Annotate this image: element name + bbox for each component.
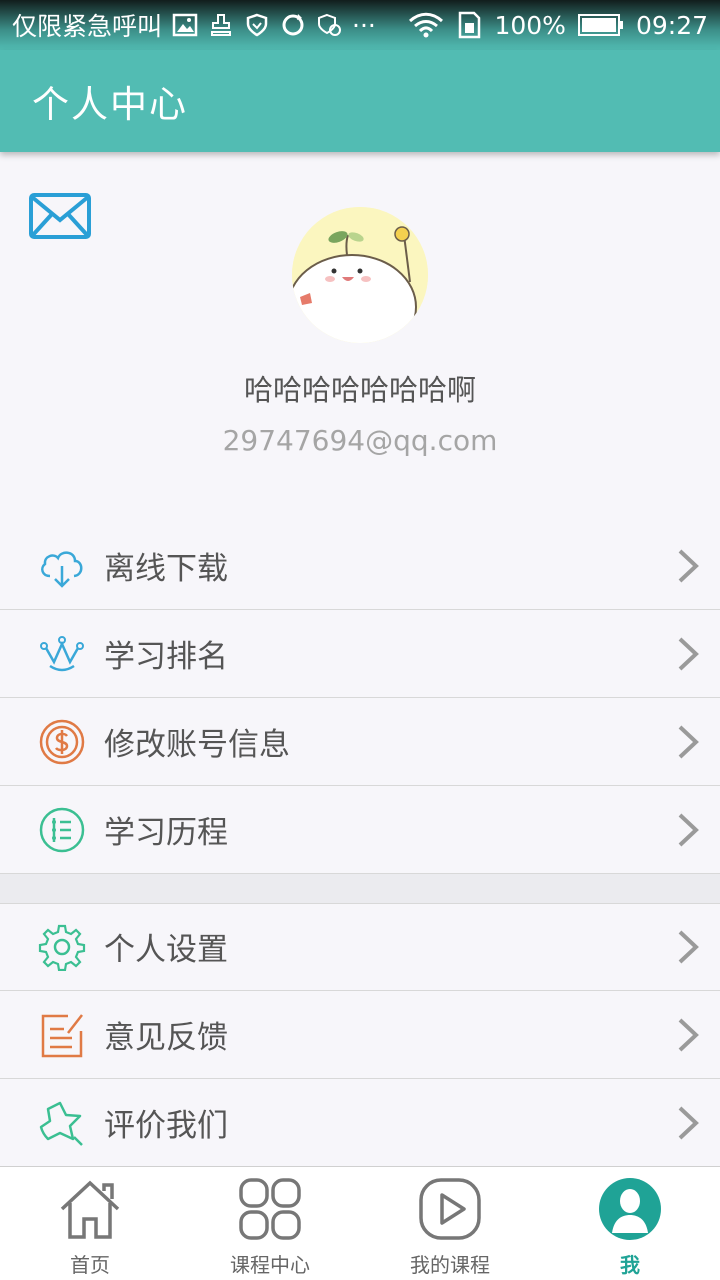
grid-icon [239,1178,301,1240]
cloud-download-icon [41,551,83,588]
home-icon [60,1180,120,1239]
tab-me[interactable]: 我 [540,1167,720,1280]
page-title: 个人中心 [32,83,188,126]
gear-icon [38,924,86,971]
image-icon [172,13,198,37]
avatar[interactable] [292,207,428,343]
stamp-icon [211,14,232,36]
menu-group-1: 离线下载 学习排名 修改账号信息 学习历程 [0,522,720,904]
user-icon [599,1178,661,1240]
status-bar: 仅限紧急呼叫 ··· 100% 09:27 [0,0,720,50]
clock: 09:27 [635,10,708,40]
menu-item-label: 意见反馈 [104,1020,228,1056]
shield-check-icon [318,13,342,36]
list-icon [39,807,85,853]
menu-item-label: 修改账号信息 [104,727,290,763]
menu-item-study-history[interactable]: 学习历程 [0,786,720,874]
user-nickname: 哈哈哈哈哈哈哈啊 [243,373,476,407]
menu-item-feedback[interactable]: 意见反馈 [0,991,720,1079]
chevron-right-icon [678,637,699,671]
bottom-tab-bar: 首页 课程中心 我的课程 我 [0,1166,720,1280]
chevron-right-icon [678,1106,699,1140]
tab-label: 课程中心 [230,1253,310,1277]
chevron-right-icon [678,930,699,964]
tab-my-courses[interactable]: 我的课程 [360,1167,540,1280]
wifi-icon [409,12,444,38]
menu-item-label: 个人设置 [104,932,228,968]
edit-note-icon [41,1014,83,1058]
menu-item-label: 离线下载 [104,551,228,587]
menu-item-rate-us[interactable]: 评价我们 [0,1079,720,1167]
tab-label: 我 [620,1253,640,1277]
menu-item-personal-settings[interactable]: 个人设置 [0,903,720,991]
tab-label: 我的课程 [410,1253,490,1277]
star-icon [39,1101,83,1146]
play-icon [419,1178,481,1240]
menu-item-label: 学习排名 [104,639,228,675]
menu-item-label: 评价我们 [104,1108,228,1144]
status-notification-text: 仅限紧急呼叫 [12,12,163,41]
profile-header: 哈哈哈哈哈哈哈啊 29747694@qq.com [0,152,720,522]
menu-item-offline-download[interactable]: 离线下载 [0,522,720,610]
mail-icon[interactable] [28,192,92,240]
menu-item-label: 学习历程 [104,815,228,851]
chevron-right-icon [678,549,699,583]
menu-item-study-ranking[interactable]: 学习排名 [0,610,720,698]
shield-icon [246,13,268,37]
app-bar: 个人中心 [0,50,720,152]
sim-card-icon [459,11,481,39]
crown-icon [40,636,84,672]
sync-icon [282,14,304,36]
chevron-right-icon [678,1018,699,1052]
battery-icon [577,14,623,36]
chevron-right-icon [678,725,699,759]
menu-item-edit-account[interactable]: 修改账号信息 [0,698,720,786]
dollar-coin-icon [39,719,85,765]
battery-percent: 100% [494,10,566,40]
chevron-right-icon [678,813,699,847]
user-email: 29747694@qq.com [222,424,498,457]
status-overflow: ··· [352,10,376,40]
tab-course-center[interactable]: 课程中心 [180,1167,360,1280]
tab-label: 首页 [70,1253,110,1277]
menu-group-2: 个人设置 意见反馈 评价我们 [0,903,720,1167]
section-divider [0,874,720,904]
tab-home[interactable]: 首页 [0,1167,180,1280]
